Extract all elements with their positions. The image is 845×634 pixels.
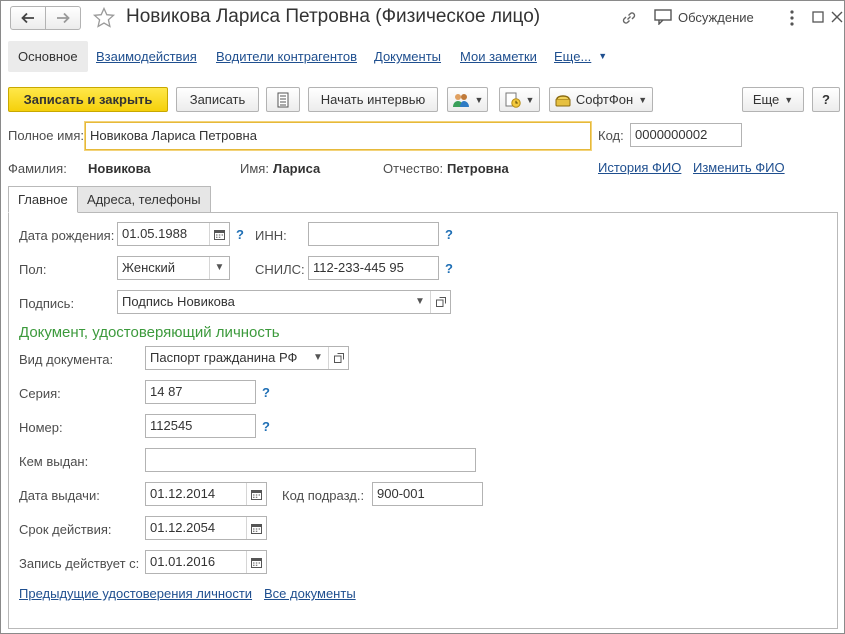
signature-label: Подпись: xyxy=(19,296,75,311)
document-clock-dropdown-button[interactable]: ▼ xyxy=(499,87,540,112)
window-title: Новикова Лариса Петровна (Физическое лиц… xyxy=(126,6,541,27)
valid-until-label: Срок действия: xyxy=(19,522,112,537)
open-in-new-icon[interactable] xyxy=(430,291,450,313)
link-icon[interactable] xyxy=(620,9,638,30)
issue-date-field[interactable]: 01.12.2014 xyxy=(145,482,267,506)
nav-tab-notes[interactable]: Мои заметки xyxy=(460,41,537,72)
chevron-down-icon: ▼ xyxy=(598,51,608,61)
chevron-down-icon: ▼ xyxy=(784,94,794,105)
number-field[interactable]: 112545 xyxy=(145,414,256,438)
chevron-down-icon: ▼ xyxy=(525,94,535,105)
start-interview-button[interactable]: Начать интервью xyxy=(308,87,438,112)
full-name-field[interactable]: Новикова Лариса Петровна xyxy=(85,122,591,150)
birth-date-help[interactable]: ? xyxy=(236,227,244,242)
more-actions-button[interactable]: Еще ▼ xyxy=(742,87,804,112)
issued-by-field[interactable] xyxy=(145,448,476,472)
chevron-down-icon: ▼ xyxy=(474,94,484,105)
save-button[interactable]: Записать xyxy=(176,87,259,112)
chevron-down-icon[interactable]: ▼ xyxy=(410,291,430,313)
open-in-new-icon[interactable] xyxy=(328,347,348,369)
snils-field[interactable]: 112-233-445 95 xyxy=(308,256,439,280)
code-field[interactable]: 0000000002 xyxy=(630,123,742,147)
nav-tab-interactions[interactable]: Взаимодействия xyxy=(96,41,197,72)
name-history-link[interactable]: История ФИО xyxy=(598,160,681,175)
snils-help[interactable]: ? xyxy=(445,261,453,276)
forward-button[interactable] xyxy=(45,6,81,30)
name-label: Имя: xyxy=(240,161,269,176)
list-button[interactable] xyxy=(266,87,300,112)
patronymic-value: Петровна xyxy=(447,161,509,176)
series-field[interactable]: 14 87 xyxy=(145,380,256,404)
doc-type-field[interactable]: Паспорт гражданина РФ ▼ xyxy=(145,346,349,370)
change-name-link[interactable]: Изменить ФИО xyxy=(693,160,785,175)
dept-code-label: Код подразд.: xyxy=(282,488,365,503)
maximize-icon[interactable] xyxy=(812,11,824,26)
calendar-icon[interactable] xyxy=(246,517,266,539)
surname-label: Фамилия: xyxy=(8,161,67,176)
tab-addresses[interactable]: Адреса, телефоны xyxy=(77,186,211,213)
nav-tab-drivers[interactable]: Водители контрагентов xyxy=(216,41,357,72)
more-vert-icon[interactable] xyxy=(789,10,795,29)
softfon-button[interactable]: СофтФон ▼ xyxy=(549,87,653,112)
issue-date-label: Дата выдачи: xyxy=(19,488,100,503)
arrow-left-icon xyxy=(21,12,35,24)
document-clock-icon xyxy=(505,92,521,108)
calendar-icon[interactable] xyxy=(209,223,229,245)
previous-ids-link[interactable]: Предыдущие удостоверения личности xyxy=(19,586,252,601)
nav-tab-main[interactable]: Основное xyxy=(8,41,88,72)
nav-tab-more[interactable]: Еще... ▼ xyxy=(554,41,607,72)
effective-from-label: Запись действует с: xyxy=(19,556,140,571)
close-icon[interactable] xyxy=(831,11,843,26)
calendar-icon[interactable] xyxy=(246,483,266,505)
calendar-icon[interactable] xyxy=(246,551,266,573)
back-button[interactable] xyxy=(10,6,46,30)
chevron-down-icon: ▼ xyxy=(638,94,648,105)
patronymic-label: Отчество: xyxy=(383,161,444,176)
identity-doc-section-title: Документ, удостоверяющий личность xyxy=(19,324,280,341)
arrow-right-icon xyxy=(56,12,70,24)
issued-by-label: Кем выдан: xyxy=(19,454,89,469)
series-label: Серия: xyxy=(19,386,61,401)
users-icon xyxy=(452,92,470,108)
number-help[interactable]: ? xyxy=(262,419,270,434)
discussion-label: Обсуждение xyxy=(678,9,754,25)
full-name-label: Полное имя: xyxy=(8,128,84,143)
chevron-down-icon[interactable]: ▼ xyxy=(209,257,229,279)
name-value: Лариса xyxy=(273,161,321,176)
save-and-close-button[interactable]: Записать и закрыть xyxy=(8,87,168,112)
inn-field[interactable] xyxy=(308,222,439,246)
series-help[interactable]: ? xyxy=(262,385,270,400)
nav-tab-documents[interactable]: Документы xyxy=(374,41,441,72)
star-icon[interactable] xyxy=(92,6,116,33)
phone-icon xyxy=(555,93,571,107)
number-label: Номер: xyxy=(19,420,63,435)
birth-date-label: Дата рождения: xyxy=(19,228,115,243)
surname-value: Новикова xyxy=(88,161,151,176)
birth-date-field[interactable]: 01.05.1988 xyxy=(117,222,230,246)
gender-label: Пол: xyxy=(19,262,47,277)
list-icon xyxy=(277,92,289,108)
inn-help[interactable]: ? xyxy=(445,227,453,242)
all-documents-link[interactable]: Все документы xyxy=(264,586,356,601)
chat-icon xyxy=(654,9,672,25)
inn-label: ИНН: xyxy=(255,228,287,243)
snils-label: СНИЛС: xyxy=(255,262,305,277)
signature-field[interactable]: Подпись Новикова ▼ xyxy=(117,290,451,314)
dept-code-field[interactable]: 900-001 xyxy=(372,482,483,506)
users-dropdown-button[interactable]: ▼ xyxy=(447,87,488,112)
chevron-down-icon[interactable]: ▼ xyxy=(308,347,328,369)
gender-select[interactable]: Женский ▼ xyxy=(117,256,230,280)
discussion-button[interactable]: Обсуждение xyxy=(654,9,754,25)
code-label: Код: xyxy=(598,128,624,143)
doc-type-label: Вид документа: xyxy=(19,352,114,367)
tab-main[interactable]: Главное xyxy=(8,186,78,213)
effective-from-field[interactable]: 01.01.2016 xyxy=(145,550,267,574)
valid-until-field[interactable]: 01.12.2054 xyxy=(145,516,267,540)
help-button[interactable]: ? xyxy=(812,87,840,112)
